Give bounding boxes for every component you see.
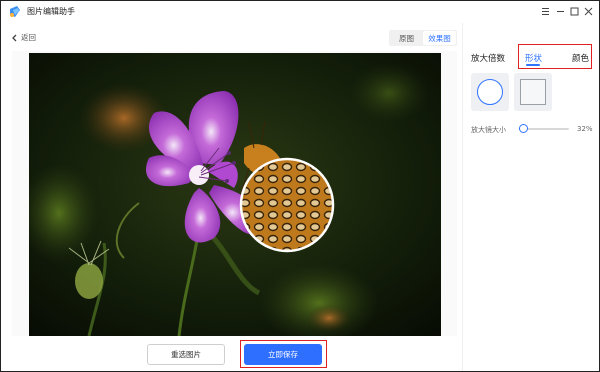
menu-icon[interactable] <box>538 4 552 18</box>
panel-divider <box>462 23 463 371</box>
back-button[interactable]: 返回 <box>11 32 36 43</box>
square-shape-icon <box>520 79 546 105</box>
app-title: 图片编辑助手 <box>27 7 75 16</box>
save-now-button[interactable]: 立即保存 <box>244 344 322 365</box>
shape-square-option[interactable] <box>514 73 552 111</box>
tab-original[interactable]: 原图 <box>390 31 423 45</box>
minimize-icon[interactable] <box>553 4 567 18</box>
tab-shape[interactable]: 形状 <box>525 52 542 64</box>
magnifier-size-value: 32% <box>577 125 593 133</box>
shape-circle-option[interactable] <box>471 73 509 111</box>
reselect-image-button[interactable]: 重选图片 <box>147 344 225 365</box>
title-bar: 图片编辑助手 <box>1 1 599 23</box>
circle-shape-icon <box>477 79 503 105</box>
active-tab-indicator <box>526 64 540 66</box>
close-icon[interactable] <box>581 4 595 18</box>
app-logo-icon <box>8 5 22 19</box>
view-toggle: 原图 效果图 <box>389 30 457 46</box>
chevron-left-icon <box>11 34 17 42</box>
preview-image[interactable] <box>29 53 441 336</box>
tab-result[interactable]: 效果图 <box>423 31 456 45</box>
slider-thumb[interactable] <box>518 124 528 133</box>
tab-zoom-level[interactable]: 放大倍数 <box>471 52 505 64</box>
tab-color[interactable]: 颜色 <box>572 52 589 64</box>
magnifier-size-label: 放大镜大小 <box>471 126 506 134</box>
maximize-icon[interactable] <box>567 4 581 18</box>
app-window: 图片编辑助手 返回 原图 效果图 重选图片 立即保存 放大倍数 形状 颜色 放大… <box>0 0 600 372</box>
back-label: 返回 <box>21 33 36 42</box>
